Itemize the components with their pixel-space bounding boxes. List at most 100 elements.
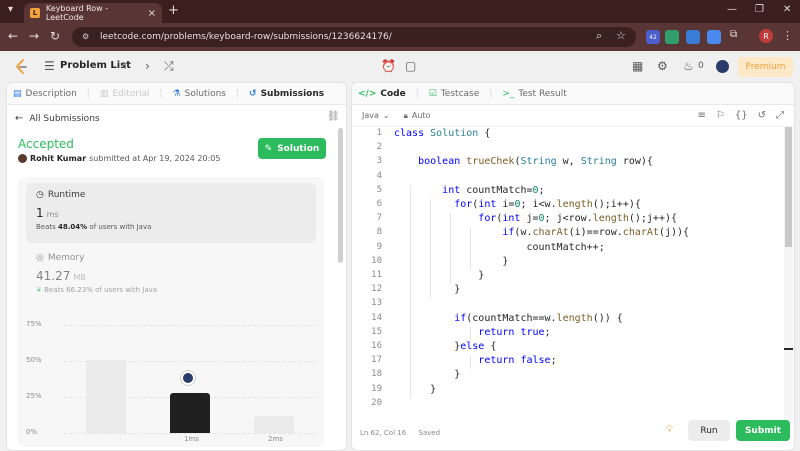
close-tab-icon[interactable]: × [148, 8, 156, 19]
extensions-puzzle-icon[interactable]: ⧉ [730, 29, 737, 40]
code-line[interactable]: 2 [352, 142, 784, 156]
auto-mode-toggle[interactable]: 🔒︎ Auto [404, 111, 431, 121]
tab-solutions[interactable]: ⚗ Solutions [173, 89, 226, 99]
submit-button[interactable]: Submit [736, 420, 790, 441]
leetcode-favicon-icon: L [30, 8, 40, 18]
streak-fire-icon[interactable]: ♨ [683, 59, 694, 73]
edit-icon: ✎ [264, 143, 273, 154]
tab-divider: | [159, 88, 163, 99]
user-avatar[interactable] [716, 60, 729, 73]
code-editor[interactable]: 1 class Solution {2 3 boolean trueChek(Str… [352, 128, 784, 422]
memory-card[interactable]: ◎ Memory 41.27 MB ❦ Beats 66.23% of users… [36, 247, 316, 307]
new-tab-button[interactable]: + [168, 3, 179, 18]
code-line[interactable]: 1 class Solution { [352, 128, 784, 142]
browser-profile-avatar[interactable]: R [759, 29, 773, 43]
code-line[interactable]: 7 for(int j=0; j<row.length();j++){ [352, 213, 784, 227]
runtime-card[interactable]: ◷ Runtime 1 ms Beats 48.04% of users with… [26, 183, 316, 243]
line-number: 7 [376, 213, 382, 224]
code-line[interactable]: 8 if(w.charAt(i)==row.charAt(j)){ [352, 227, 784, 241]
code-line[interactable]: 4 [352, 171, 784, 185]
reset-icon[interactable]: ↺ [758, 110, 766, 121]
browser-tab[interactable]: L Keyboard Row - LeetCode × [24, 3, 162, 23]
terminal-icon: >_ [502, 88, 515, 99]
chart-bar[interactable] [254, 415, 294, 433]
history-icon: ↺ [249, 88, 257, 99]
tab-test-result[interactable]: >_ Test Result [502, 89, 566, 99]
line-number: 10 [371, 255, 382, 266]
code-line[interactable]: 12 } [352, 284, 784, 298]
left-panel-scrollbar[interactable] [338, 128, 343, 263]
close-window-icon[interactable]: ✕ [783, 4, 791, 15]
premium-button[interactable]: Premium [738, 57, 793, 77]
reload-icon[interactable]: ↻ [50, 29, 60, 43]
expand-icon[interactable]: ⤢ [776, 110, 784, 121]
line-number: 19 [371, 383, 382, 394]
code-line[interactable]: 14 if(countMatch==w.length()) { [352, 313, 784, 327]
tab-search-icon[interactable]: ▾ [8, 4, 13, 15]
extension-translate-icon[interactable] [707, 30, 721, 44]
submitter-avatar[interactable] [18, 154, 27, 163]
code-line[interactable]: 9 countMatch++; [352, 242, 784, 256]
tab-code[interactable]: </> Code [358, 89, 406, 99]
minimize-icon[interactable]: — [727, 4, 737, 15]
code-line[interactable]: 10 } [352, 256, 784, 270]
problem-list-link[interactable]: Problem List [60, 60, 131, 71]
code-line[interactable]: 5 int countMatch=0; [352, 185, 784, 199]
chart-bar[interactable] [170, 392, 210, 433]
next-problem-icon[interactable]: › [145, 59, 150, 73]
editor-scrollbar-thumb[interactable] [785, 127, 792, 247]
code-line[interactable]: 19 } [352, 384, 784, 398]
all-submissions-link[interactable]: ← All Submissions [15, 113, 100, 124]
chart-bar[interactable] [86, 359, 126, 433]
site-info-icon[interactable]: ⚙ [82, 32, 92, 42]
code-line[interactable]: 13 [352, 298, 784, 312]
leetcode-logo-icon[interactable] [14, 59, 28, 75]
layout-icon[interactable]: ▦ [632, 59, 643, 73]
tab-submissions[interactable]: ↺ Submissions [249, 89, 324, 99]
tab-testcase-label: Testcase [440, 88, 480, 99]
tab-description[interactable]: ▤ Description [13, 89, 77, 99]
tab-editorial[interactable]: ▥ Editorial [100, 89, 150, 99]
code-line[interactable]: 16 }else { [352, 341, 784, 355]
solution-button[interactable]: ✎ Solution [258, 138, 326, 159]
tab-divider: | [86, 88, 90, 99]
back-icon[interactable]: ← [8, 29, 18, 43]
line-number: 5 [376, 184, 382, 195]
bookmark-icon[interactable]: ⚐ [716, 110, 725, 121]
code-text: if(countMatch==w.length()) { [454, 312, 623, 324]
timer-icon[interactable]: ⏰ [381, 59, 396, 73]
hint-bulb-icon[interactable]: 💡︎ [666, 424, 673, 435]
code-line[interactable]: 17 return false; [352, 355, 784, 369]
settings-gear-icon[interactable]: ⚙ [657, 59, 668, 73]
code-text: } [394, 255, 509, 267]
braces-icon[interactable]: {} [735, 110, 748, 121]
code-line[interactable]: 3 boolean trueChek(String w, String row)… [352, 156, 784, 170]
bookmark-star-icon[interactable]: ☆ [616, 29, 626, 42]
run-button[interactable]: Run [688, 420, 730, 441]
code-line[interactable]: 20 [352, 398, 784, 412]
submitter-name[interactable]: Rohit Kumar [30, 154, 86, 163]
browser-menu-icon[interactable]: ⋮ [782, 29, 793, 42]
tab-testcase[interactable]: ☑ Testcase [429, 89, 480, 99]
leetcode-header: ☰ Problem List ‹ › ⤮ ⏰ ▢ ▦ ⚙ ♨ 0 Premium [0, 51, 800, 82]
extension-download-icon[interactable] [686, 30, 700, 44]
format-icon[interactable]: ≡ [698, 110, 706, 121]
code-line[interactable]: 11 } [352, 270, 784, 284]
extension-badge-icon[interactable]: 42 [646, 30, 660, 44]
prev-problem-icon[interactable]: ‹ [122, 59, 127, 73]
code-line[interactable]: 6 for(int i=0; i<w.length();i++){ [352, 199, 784, 213]
code-line[interactable]: 18 } [352, 369, 784, 383]
shuffle-icon[interactable]: ⤮ [164, 59, 174, 74]
share-link-icon[interactable]: ⛓ [327, 111, 340, 122]
code-line[interactable]: 15 return true; [352, 327, 784, 341]
zoom-icon[interactable]: ⌕ [596, 29, 602, 43]
restore-icon[interactable]: ❐ [755, 4, 764, 15]
language-select[interactable]: Java ⌄ [362, 111, 390, 120]
editor-scrollbar[interactable] [784, 127, 793, 422]
forward-icon[interactable]: → [29, 29, 39, 43]
extension-grammar-icon[interactable] [665, 30, 679, 44]
url-bar[interactable]: ⚙ leetcode.com/problems/keyboard-row/sub… [72, 27, 636, 47]
notes-icon[interactable]: ▢ [405, 59, 416, 73]
save-status: Saved [418, 429, 441, 437]
problem-list-icon[interactable]: ☰ [44, 59, 55, 73]
